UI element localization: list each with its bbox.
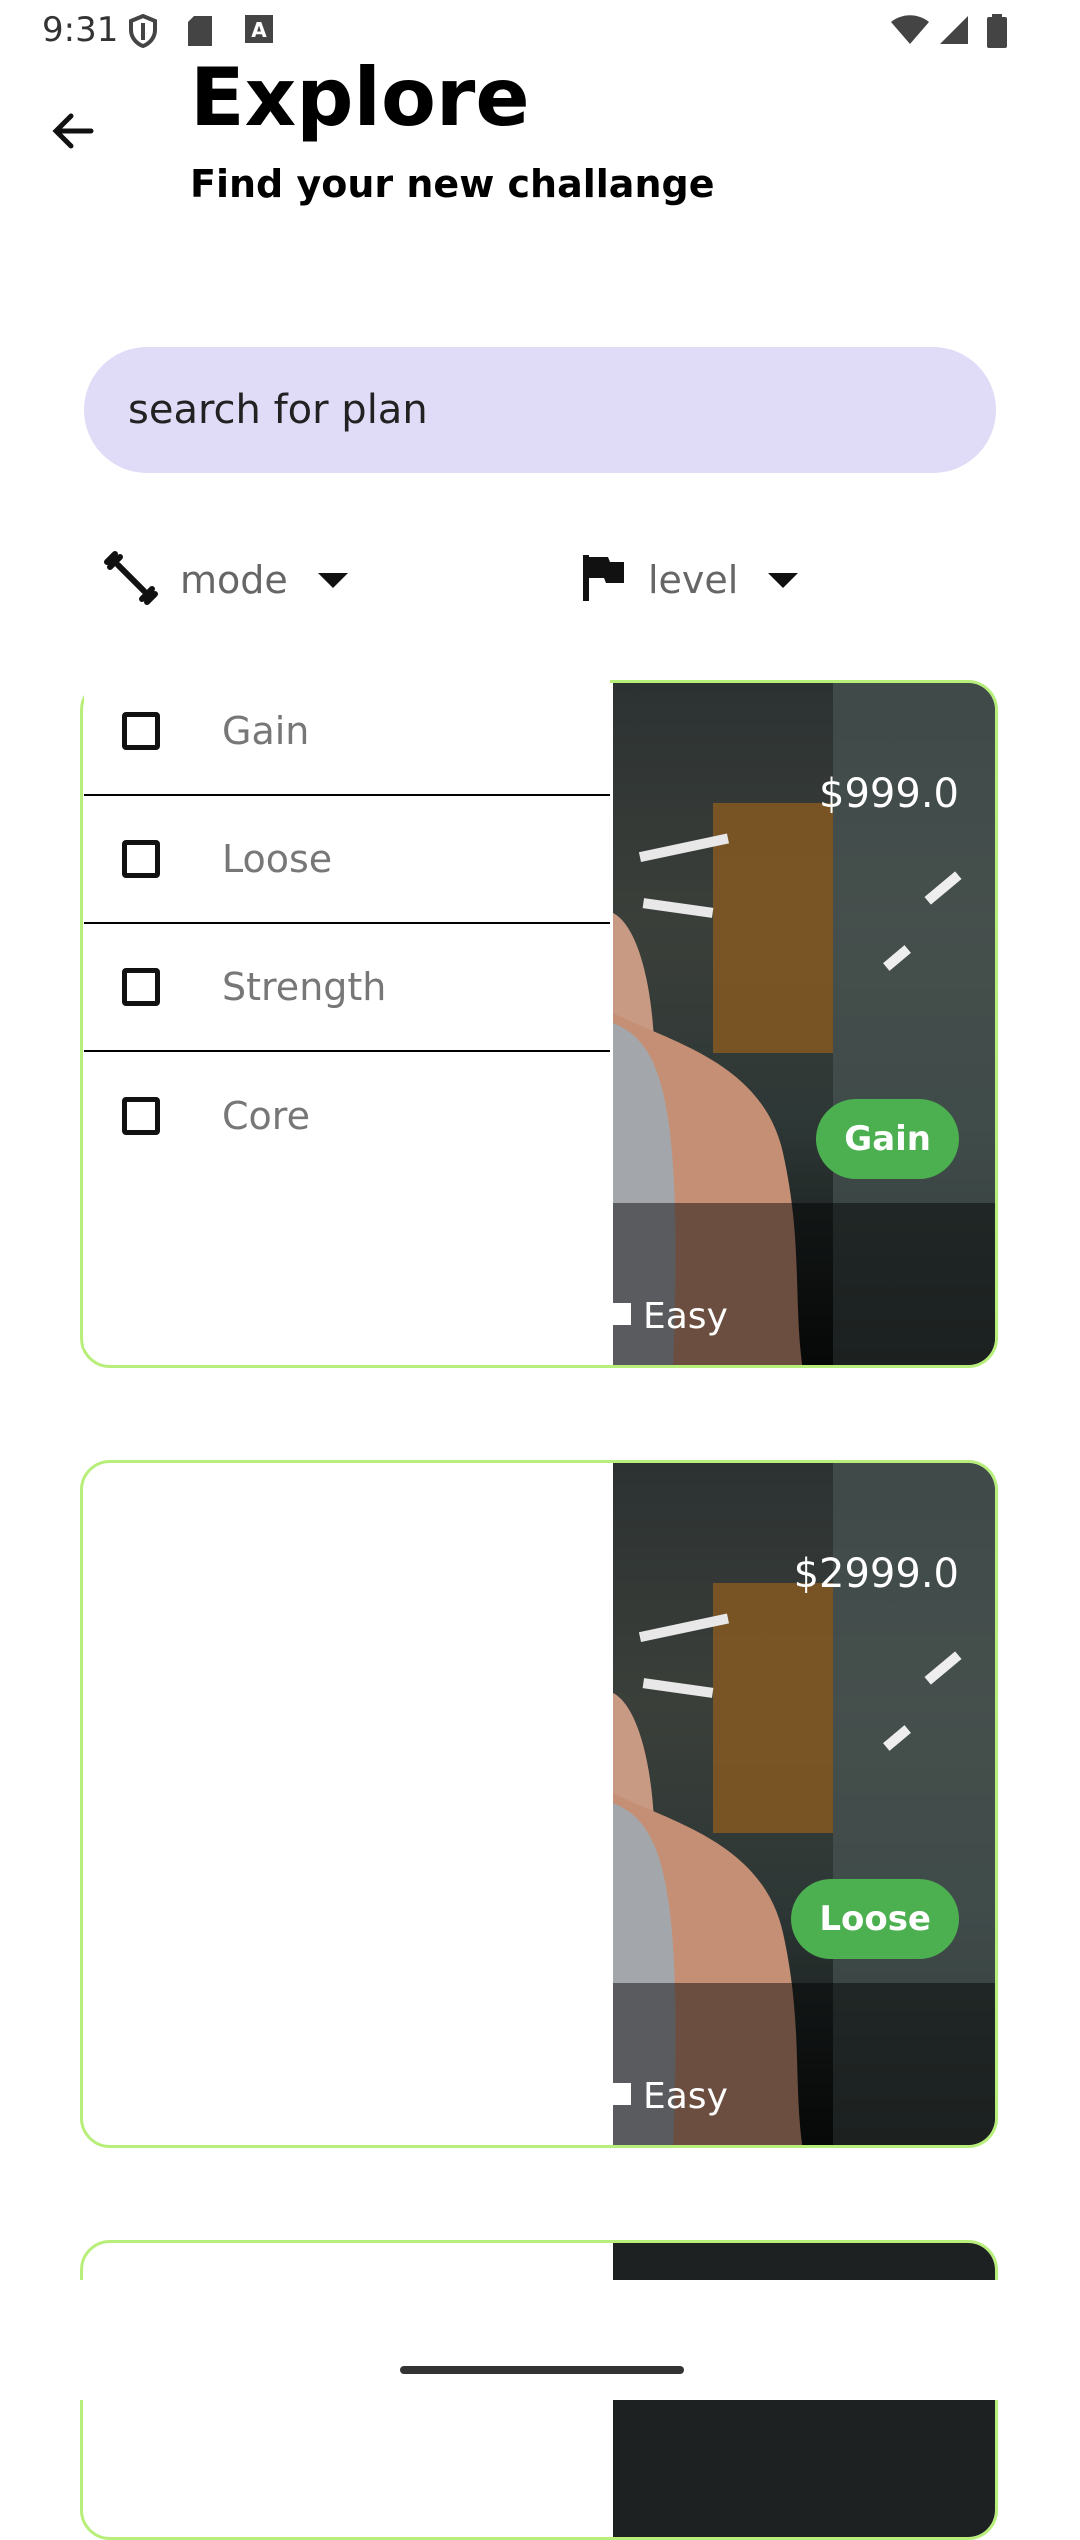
mode-option-label: Strength xyxy=(222,965,387,1009)
mode-option-loose[interactable]: Loose xyxy=(84,796,610,924)
status-time: 9:31 xyxy=(42,10,119,50)
back-button[interactable] xyxy=(40,100,106,166)
shield-icon xyxy=(128,13,158,52)
plan-photo: $2999.0 Loose xyxy=(613,1463,995,2145)
home-indicator[interactable] xyxy=(400,2366,684,2374)
mode-option-label: Gain xyxy=(222,709,310,753)
mode-dropdown-menu: Gain Loose Strength Core xyxy=(84,668,610,1348)
plan-card[interactable]: $2999.0 Loose Easy xyxy=(80,1460,998,2148)
flag-icon xyxy=(582,553,626,607)
sd-card-icon xyxy=(186,14,214,52)
plan-level-label: Easy xyxy=(643,2076,728,2117)
page-subtitle: Find your new challange xyxy=(190,162,715,206)
level-filter-label: level xyxy=(648,558,739,602)
status-bar: 9:31 A xyxy=(0,0,1080,62)
plan-price: $999.0 xyxy=(819,771,959,817)
checkbox[interactable] xyxy=(122,712,160,750)
plan-mode-badge: Loose xyxy=(791,1879,959,1959)
bottom-area xyxy=(0,2280,1080,2400)
plan-price: $2999.0 xyxy=(793,1551,959,1597)
mode-filter-label: mode xyxy=(180,558,288,602)
battery-icon xyxy=(986,14,1008,52)
checkbox[interactable] xyxy=(122,840,160,878)
checkbox[interactable] xyxy=(122,1097,160,1135)
page-title: Explore xyxy=(190,51,530,144)
plan-level-label: Easy xyxy=(643,1296,728,1337)
mode-filter-button[interactable]: mode xyxy=(104,540,348,620)
search-field[interactable] xyxy=(84,347,996,473)
svg-text:A: A xyxy=(251,18,267,42)
dumbbell-icon xyxy=(104,551,158,609)
arrow-back-icon xyxy=(49,107,97,159)
mode-option-gain[interactable]: Gain xyxy=(84,668,610,796)
wifi-icon xyxy=(890,14,930,50)
a-icon: A xyxy=(244,14,274,48)
plan-level: Easy xyxy=(613,2076,728,2117)
page-subtitle-container: Find your new challange xyxy=(190,162,790,208)
mode-option-label: Loose xyxy=(222,837,333,881)
mode-option-label: Core xyxy=(222,1094,310,1138)
plan-photo: $999.0 Gain xyxy=(613,683,995,1365)
plan-mode-badge: Gain xyxy=(816,1099,959,1179)
level-filter-button[interactable]: level xyxy=(582,540,799,620)
plan-level: Easy xyxy=(613,1296,728,1337)
mode-option-core[interactable]: Core xyxy=(84,1052,610,1180)
caret-down-icon xyxy=(768,572,799,588)
checkbox[interactable] xyxy=(122,968,160,1006)
signal-icon xyxy=(938,14,970,50)
mode-option-strength[interactable]: Strength xyxy=(84,924,610,1052)
caret-down-icon xyxy=(317,572,348,588)
search-input[interactable] xyxy=(126,386,950,434)
